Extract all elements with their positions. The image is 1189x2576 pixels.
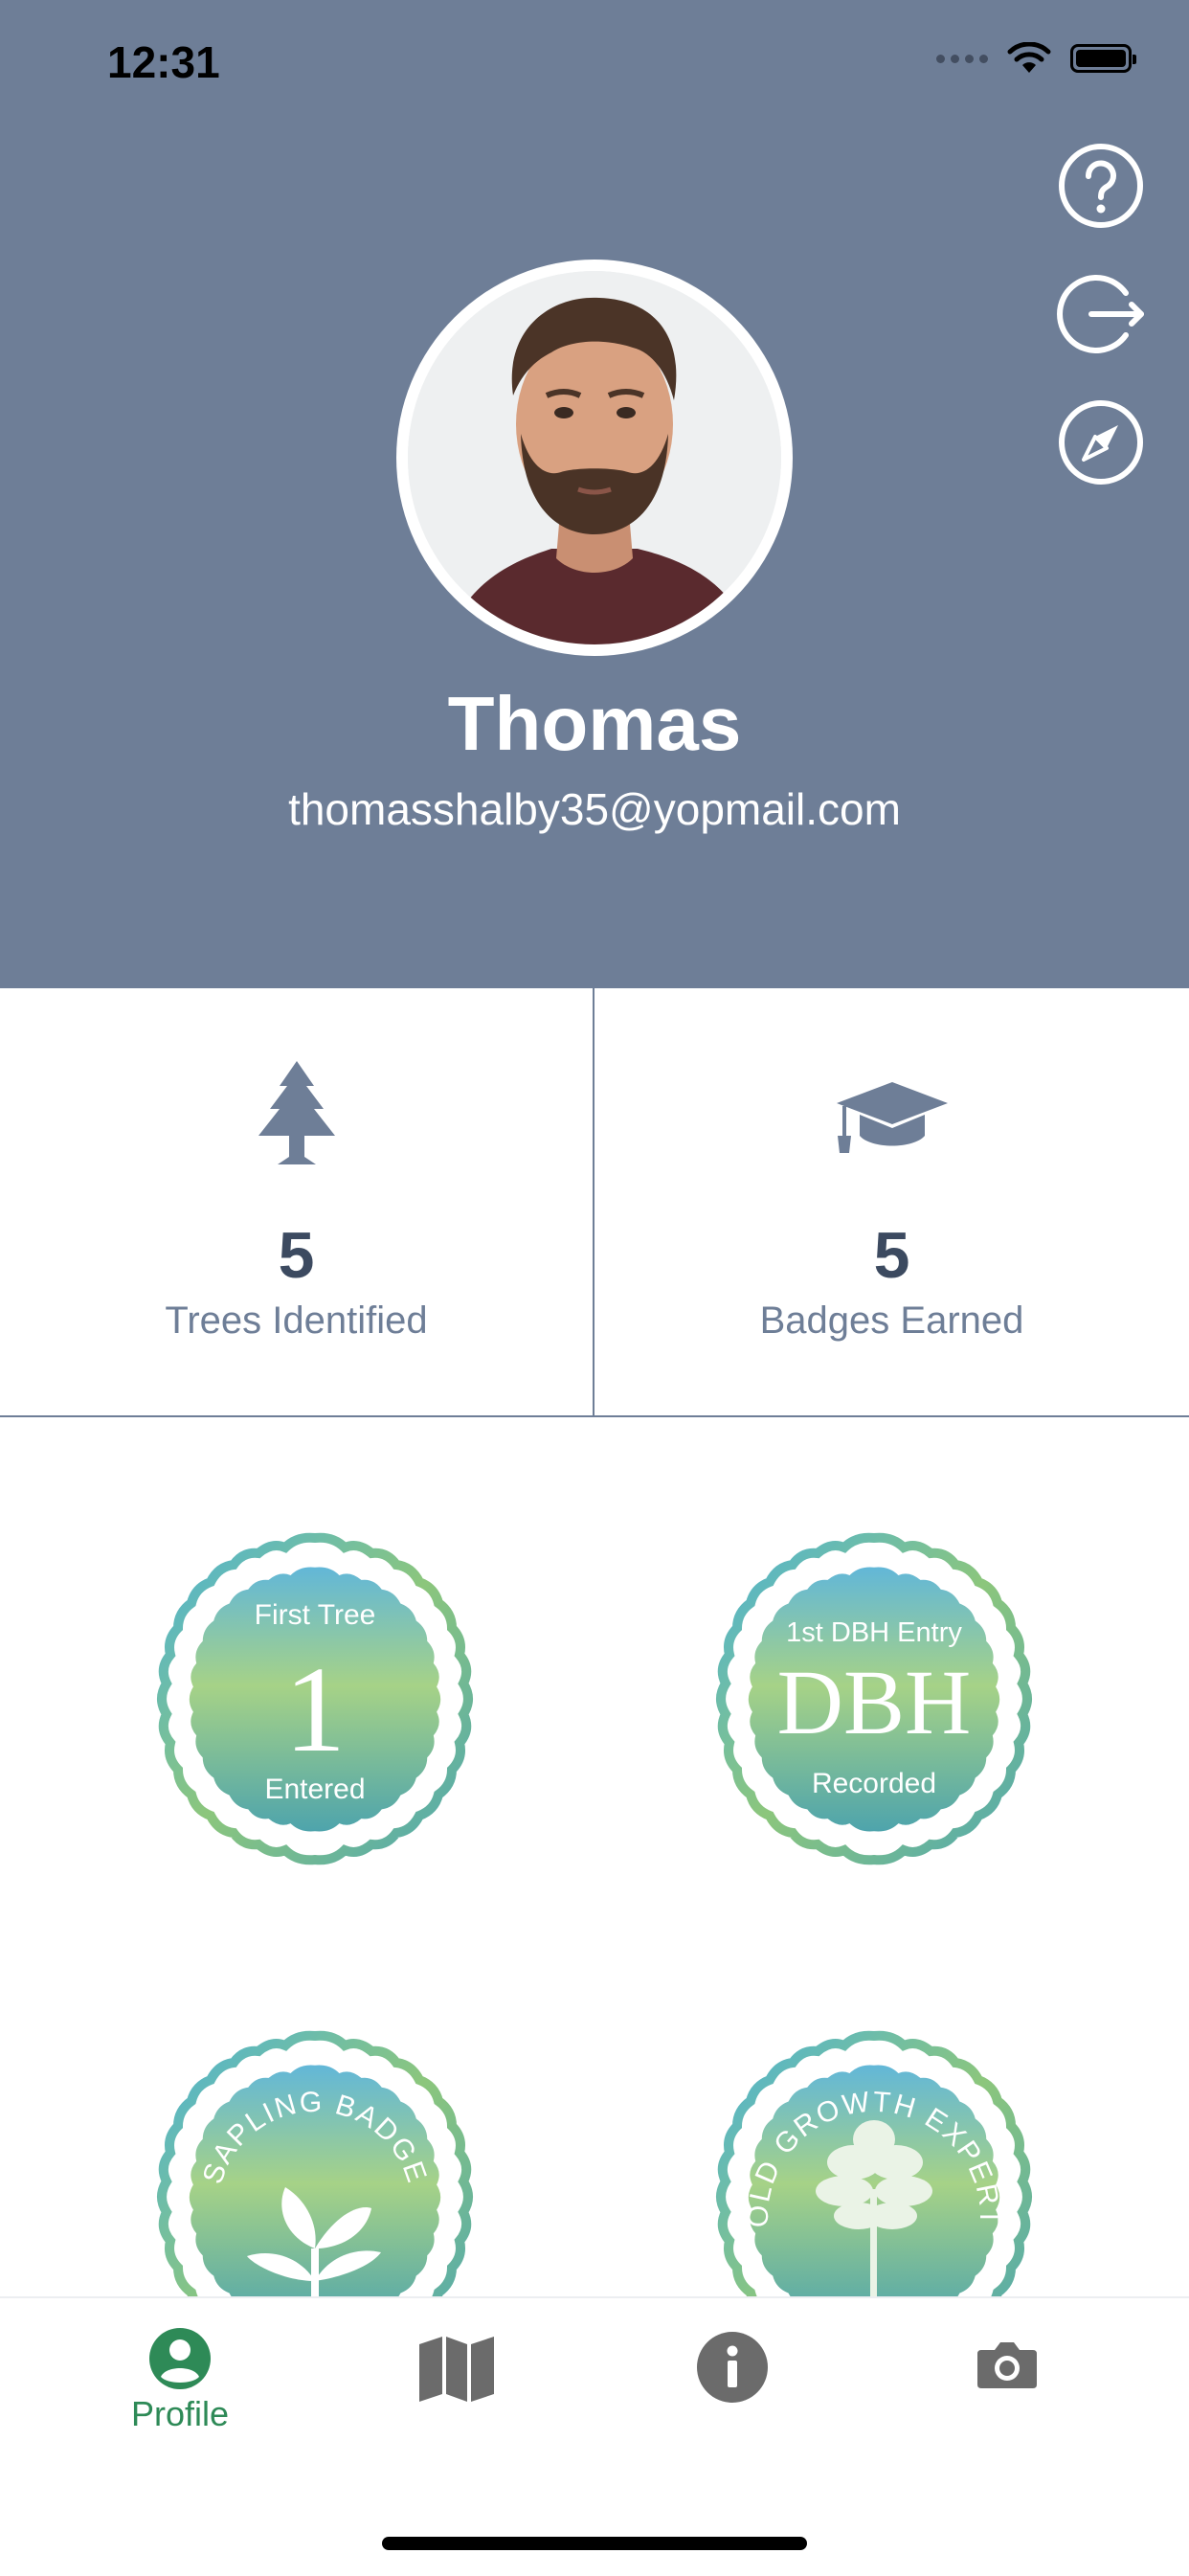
- home-indicator: [382, 2537, 807, 2550]
- profile-header: 12:31 Thomas thomasshalby35@yopmail.com: [0, 0, 1189, 988]
- user-email: thomasshalby35@yopmail.com: [288, 784, 901, 834]
- tree-icon: [258, 1061, 335, 1164]
- badges-grid: First Tree 1 Entered 1st DBH Entry DBH R…: [0, 1415, 1189, 2296]
- tab-map[interactable]: [380, 2327, 533, 2452]
- tab-info[interactable]: [656, 2327, 809, 2452]
- badge-top-text: First Tree: [255, 1599, 376, 1631]
- header-actions: [1057, 142, 1145, 486]
- badge-first-tree[interactable]: First Tree 1 Entered: [142, 1528, 488, 1875]
- camera-icon: [977, 2342, 1037, 2388]
- tab-label: Profile: [130, 2394, 230, 2433]
- badge-main-text: 1: [284, 1641, 346, 1777]
- badge-sapling[interactable]: SAPLING BADGE: [142, 2026, 488, 2296]
- graduation-cap-icon: [836, 1082, 948, 1153]
- status-indicators: [936, 42, 1136, 75]
- wifi-icon: [1007, 42, 1051, 73]
- compass-icon[interactable]: [1057, 398, 1145, 486]
- stat-label: Trees Identified: [165, 1299, 428, 1342]
- help-icon[interactable]: [1057, 142, 1145, 230]
- badge-old-growth-expert[interactable]: OLD GROWTH EXPERT: [701, 2026, 1047, 2296]
- map-icon: [419, 2337, 494, 2402]
- badge-bottom-text: Recorded: [812, 1768, 936, 1799]
- badge-bottom-text: Entered: [264, 1774, 365, 1805]
- info-icon: [697, 2332, 768, 2403]
- logout-icon[interactable]: [1057, 270, 1145, 358]
- tab-profile[interactable]: Profile: [103, 2327, 257, 2452]
- stats-section: 5 Trees Identified 5 Badges Earned: [0, 988, 1189, 1417]
- badge-main-text: DBH: [777, 1651, 972, 1753]
- user-name: Thomas: [447, 681, 742, 766]
- tab-camera[interactable]: [931, 2327, 1084, 2452]
- avatar-photo: [408, 271, 781, 644]
- stat-trees-identified[interactable]: 5 Trees Identified: [0, 988, 594, 1415]
- stat-badges-earned[interactable]: 5 Badges Earned: [594, 988, 1189, 1415]
- badge-top-text: 1st DBH Entry: [786, 1617, 962, 1648]
- signal-icon: [936, 54, 988, 63]
- status-time: 12:31: [107, 37, 220, 87]
- avatar[interactable]: [396, 260, 793, 656]
- badge-dbh-recorded[interactable]: 1st DBH Entry DBH Recorded: [701, 1528, 1047, 1875]
- stat-label: Badges Earned: [759, 1299, 1024, 1342]
- tab-bar: Profile: [0, 2296, 1189, 2576]
- stat-value: 5: [278, 1219, 315, 1292]
- profile-icon: [149, 2328, 211, 2389]
- battery-icon: [1070, 44, 1136, 73]
- stat-value: 5: [873, 1219, 910, 1292]
